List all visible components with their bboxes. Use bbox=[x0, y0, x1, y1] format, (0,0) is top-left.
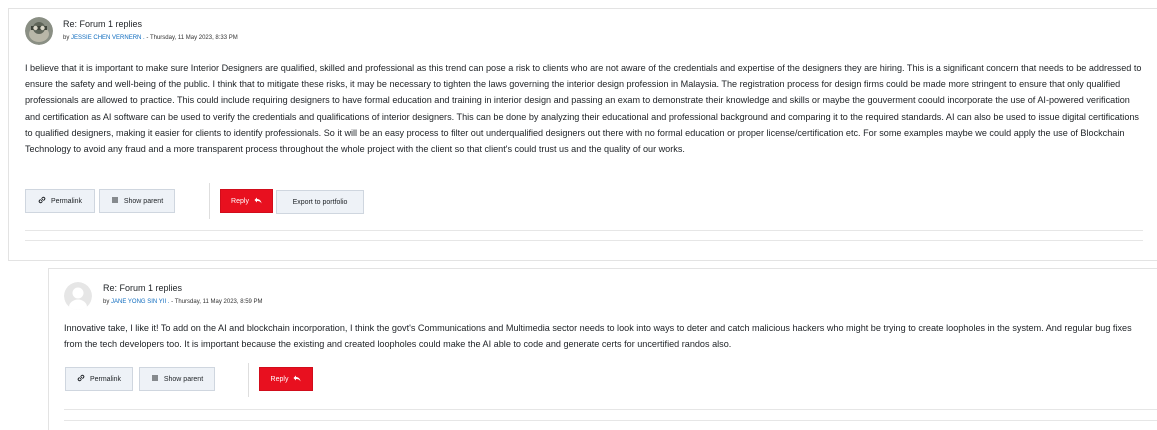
author-photo-icon bbox=[25, 17, 53, 45]
show-parent-button[interactable]: Show parent bbox=[139, 367, 215, 391]
permalink-label: Permalink bbox=[89, 375, 122, 383]
divider-line bbox=[64, 420, 1157, 421]
post-date: Thursday, 11 May 2023, 8:33 PM bbox=[149, 35, 238, 41]
reply-label: Reply bbox=[270, 375, 289, 383]
divider-line bbox=[64, 409, 1157, 410]
divider-line bbox=[25, 240, 1143, 241]
reply-button[interactable]: Reply bbox=[259, 367, 313, 391]
post-date: Thursday, 11 May 2023, 8:59 PM bbox=[174, 299, 263, 305]
post-content: I believe that it is important to make s… bbox=[25, 63, 1142, 155]
show-parent-button[interactable]: Show parent bbox=[99, 189, 175, 213]
by-prefix: by bbox=[103, 299, 110, 305]
export-portfolio-button[interactable]: Export to portfolio bbox=[276, 190, 364, 214]
forum-post-reply: Re: Forum 1 replies by JANE YONG SIN YII… bbox=[48, 268, 1157, 430]
export-portfolio-label: Export to portfolio bbox=[292, 198, 348, 206]
permalink-button[interactable]: Permalink bbox=[65, 367, 133, 391]
forum-post: Re: Forum 1 replies by JESSIE CHEN VERNE… bbox=[8, 8, 1157, 261]
author-link[interactable]: JESSIE CHEN VERNERN . bbox=[71, 35, 145, 41]
post-content: Innovative take, I like it! To add on th… bbox=[64, 323, 1132, 350]
show-parent-label: Show parent bbox=[123, 197, 164, 205]
author-link[interactable]: JANE YONG SIN YII . bbox=[111, 299, 169, 305]
link-icon bbox=[38, 196, 46, 206]
show-parent-label: Show parent bbox=[163, 375, 204, 383]
reply-label: Reply bbox=[231, 197, 249, 205]
reply-button[interactable]: Reply bbox=[220, 189, 273, 213]
user-silhouette-icon bbox=[64, 282, 92, 310]
permalink-button[interactable]: Permalink bbox=[25, 189, 95, 213]
author-avatar[interactable] bbox=[25, 17, 53, 45]
by-prefix: by bbox=[63, 35, 70, 41]
reply-icon bbox=[254, 197, 262, 206]
post-byline: by JANE YONG SIN YII . - Thursday, 11 Ma… bbox=[103, 299, 263, 305]
list-icon bbox=[111, 196, 119, 206]
post-subject: Re: Forum 1 replies bbox=[63, 19, 143, 29]
divider-line bbox=[25, 230, 1143, 231]
reply-icon bbox=[293, 375, 301, 384]
post-subject: Re: Forum 1 replies bbox=[103, 283, 183, 293]
link-icon bbox=[77, 374, 85, 384]
permalink-label: Permalink bbox=[50, 197, 83, 205]
list-icon bbox=[151, 374, 159, 384]
button-divider bbox=[209, 183, 210, 219]
button-divider bbox=[248, 363, 249, 397]
post-byline: by JESSIE CHEN VERNERN . - Thursday, 11 … bbox=[63, 35, 238, 41]
author-avatar[interactable] bbox=[64, 282, 92, 310]
